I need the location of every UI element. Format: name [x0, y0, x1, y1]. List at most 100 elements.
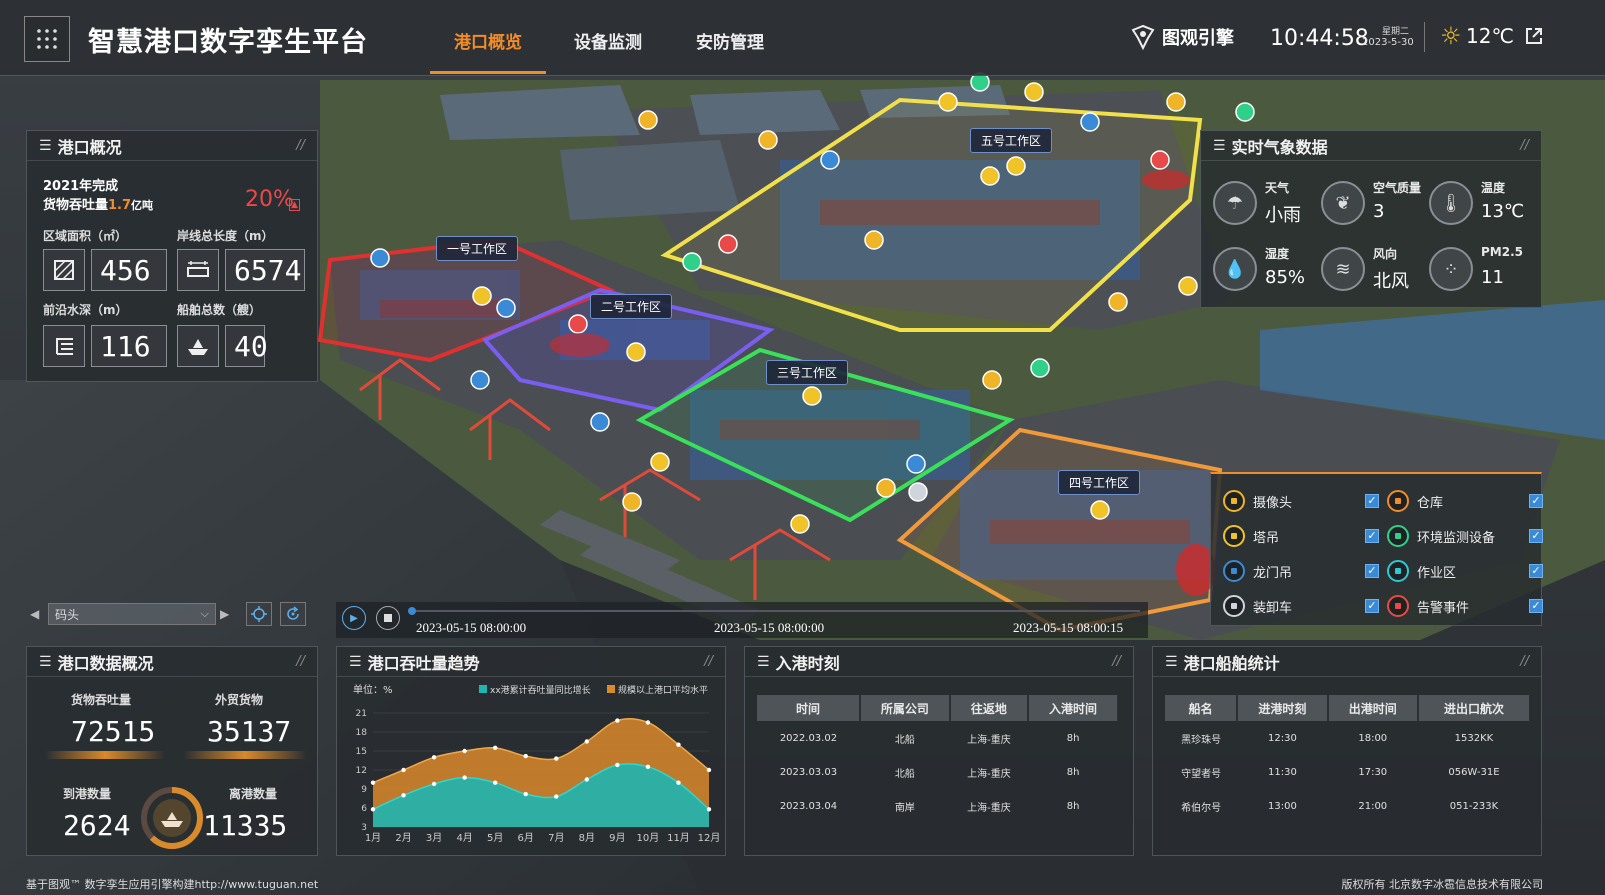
y-tick-label: 12 [356, 766, 367, 776]
panel-title: 港口吞吐量趋势 [367, 653, 480, 673]
layer-select[interactable]: 码头 ⌵ [48, 603, 216, 625]
data-point [584, 739, 590, 744]
y-tick-label: 15 [356, 747, 367, 757]
legend-item[interactable]: 塔吊 ✓ [1223, 523, 1379, 549]
x-tick-label: 2月 [395, 832, 411, 844]
layer-prev-button[interactable]: ◀ [30, 604, 46, 624]
port-ring [139, 785, 205, 851]
data-point [523, 753, 528, 759]
panel-handle[interactable]: // [296, 654, 305, 669]
zone-label-1[interactable]: 一号工作区 [436, 236, 519, 261]
panel-handle[interactable]: // [1520, 654, 1529, 669]
weather-label: 天气 [1265, 181, 1290, 195]
foreign-label: 外贸货物 [215, 693, 264, 707]
zone-label-3[interactable]: 三号工作区 [766, 360, 849, 385]
table-row[interactable]: 守望者号 11:30 17:30 056W-31E [1165, 755, 1530, 789]
x-tick-label: 3月 [426, 832, 442, 844]
tab-security[interactable]: 安防管理 [680, 28, 780, 74]
zone-label-2[interactable]: 二号工作区 [590, 294, 673, 319]
table-cell: 北船 [894, 768, 915, 780]
legend-checkbox[interactable]: ✓ [1365, 494, 1379, 508]
column-header[interactable]: 出港时间 [1327, 695, 1419, 721]
weather-value: 11 [1481, 267, 1504, 288]
legend-item[interactable]: 环境监测设备 ✓ [1387, 523, 1543, 549]
legend-label: 塔吊 [1253, 530, 1280, 546]
column-header[interactable]: 时间 [757, 695, 861, 721]
legend-checkbox[interactable]: ✓ [1365, 599, 1379, 613]
timeline-handle[interactable] [408, 607, 416, 615]
legend-item[interactable]: 告警事件 ✓ [1387, 593, 1543, 619]
panel-handle[interactable]: // [296, 138, 305, 153]
play-button[interactable]: ▶ [342, 606, 366, 630]
stat-area-label: 区域面积（㎡） [43, 229, 128, 243]
legend-checkbox[interactable]: ✓ [1529, 564, 1543, 578]
table-row[interactable]: 2022.03.02 北船 上海-重庆 8h [757, 721, 1118, 755]
weather-item: ≋ 风向 北风 [1321, 241, 1425, 301]
legend-checkbox[interactable]: ✓ [1365, 529, 1379, 543]
data-point [676, 780, 681, 785]
zone-label-5[interactable]: 五号工作区 [970, 128, 1053, 153]
x-tick-label: 7月 [548, 832, 564, 844]
footer-left[interactable]: 基于图观™ 数字孪生应用引擎构建http://www.tuguan.net [26, 876, 318, 892]
tab-device-monitor[interactable]: 设备监测 [558, 28, 658, 74]
x-tick-label: 11月 [667, 832, 690, 844]
table-row[interactable]: 黑珍珠号 12:30 18:00 1532KK [1165, 721, 1530, 755]
legend-item[interactable]: 龙门吊 ✓ [1223, 558, 1379, 584]
tab-port-overview[interactable]: 港口概览 [430, 28, 546, 74]
table-cell: 8h [1066, 732, 1080, 744]
legend-checkbox[interactable]: ✓ [1529, 529, 1543, 543]
panel-handle[interactable]: // [704, 654, 713, 669]
panel-title: 港口船舶统计 [1183, 653, 1280, 673]
timeline-track[interactable] [410, 610, 1140, 612]
table-cell: 上海-重庆 [967, 802, 1011, 814]
table-cell: 1532KK [1454, 732, 1494, 744]
area-icon [43, 249, 85, 291]
reset-view-button[interactable] [280, 602, 306, 626]
column-header[interactable]: 进出口航次 [1417, 695, 1532, 721]
app-logo-icon[interactable] [24, 16, 70, 62]
loader-truck-icon [1223, 595, 1245, 617]
depth-icon [43, 325, 85, 367]
legend-text: 规模以上港口平均水平 [618, 684, 708, 696]
legend-item[interactable]: 摄像头 ✓ [1223, 488, 1379, 514]
legend-item[interactable]: 仓库 ✓ [1387, 488, 1543, 514]
panel-handle[interactable]: // [1520, 138, 1529, 153]
legend-item[interactable]: 作业区 ✓ [1387, 558, 1543, 584]
weather-item: ❦ 空气质量 3 [1321, 175, 1425, 235]
legend-label: 告警事件 [1417, 600, 1470, 616]
locate-button[interactable] [246, 602, 272, 626]
table-row[interactable]: 2023.03.03 北船 上海-重庆 8h [757, 755, 1118, 789]
weather-label: 湿度 [1265, 247, 1290, 261]
zone-label-4[interactable]: 四号工作区 [1058, 470, 1141, 495]
panel-header: ☰ 入港时刻 // [745, 647, 1133, 677]
stop-button[interactable] [376, 606, 400, 630]
weather-item: 💧 湿度 85% [1213, 241, 1317, 301]
layer-next-button[interactable]: ▶ [220, 604, 236, 624]
panel-handle[interactable]: // [1112, 654, 1121, 669]
legend-item[interactable]: 装卸车 ✓ [1223, 593, 1379, 619]
wind-icon: ≋ [1321, 247, 1365, 291]
legend-checkbox[interactable]: ✓ [1529, 494, 1543, 508]
column-header[interactable]: 往返地 [949, 695, 1030, 721]
legend-checkbox[interactable]: ✓ [1365, 564, 1379, 578]
data-point [492, 745, 498, 751]
table-row[interactable]: 希伯尔号 13:00 21:00 051-233K [1165, 789, 1530, 823]
column-header[interactable]: 船名 [1165, 695, 1239, 721]
table-cell: 21:00 [1358, 800, 1388, 812]
ship-stats-panel: ☰ 港口船舶统计 // 船名 进港时刻 出港时间 进出口航次 黑珍珠号 12:30 18… [1152, 646, 1542, 856]
weather-value: 北风 [1373, 271, 1409, 292]
column-header[interactable]: 入港时间 [1028, 695, 1119, 721]
table-row[interactable]: 2023.03.04 南岸 上海-重庆 8h [757, 789, 1118, 823]
column-header[interactable]: 进港时刻 [1237, 695, 1329, 721]
data-point [431, 755, 437, 760]
data-point [676, 742, 681, 747]
table-cell: 18:00 [1358, 732, 1388, 744]
column-header[interactable]: 所属公司 [859, 695, 951, 721]
legend-checkbox[interactable]: ✓ [1529, 599, 1543, 613]
year-line: 2021年完成 [43, 179, 119, 194]
fullscreen-icon[interactable] [1524, 26, 1544, 46]
table-cell: 12:30 [1268, 732, 1297, 744]
table-cell: 056W-31E [1448, 766, 1500, 778]
data-point [554, 794, 559, 799]
stop-icon [384, 614, 392, 622]
